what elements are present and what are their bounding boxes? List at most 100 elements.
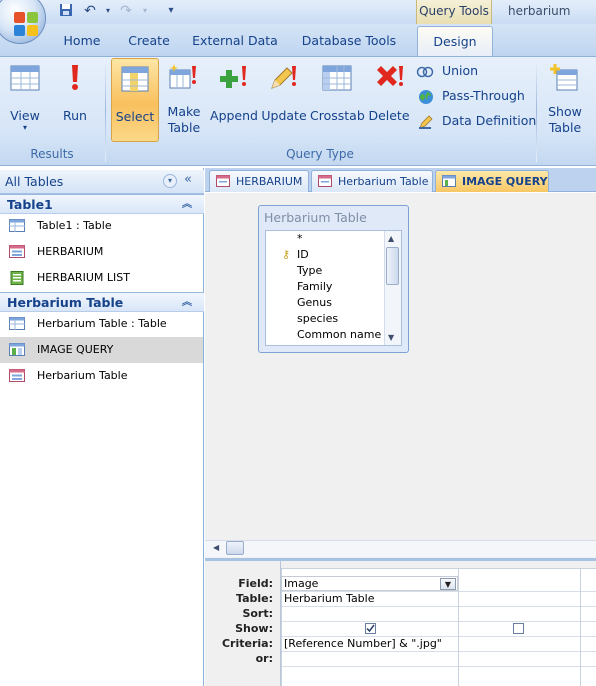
- nav-item-herbarium-table-table[interactable]: Herbarium Table : Table: [0, 311, 203, 337]
- nav-item-table1-table[interactable]: Table1 : Table: [0, 213, 203, 239]
- run-button-label: Run: [63, 108, 87, 123]
- office-logo-icon: [14, 12, 38, 36]
- doc-tab-image-query[interactable]: IMAGE QUERY: [435, 170, 549, 192]
- show-table-button[interactable]: Show Table: [544, 62, 586, 142]
- table-cell-value[interactable]: Herbarium Table: [284, 591, 375, 606]
- nav-section-herbarium-table[interactable]: Herbarium Table ︽: [0, 292, 204, 312]
- grid-column-divider: [458, 569, 459, 686]
- row-label-table: Table:: [235, 592, 273, 605]
- save-icon[interactable]: [58, 3, 74, 19]
- update-button[interactable]: Update: [261, 62, 307, 126]
- view-button-label: View: [10, 108, 40, 123]
- query-tools-context-tab: Query Tools: [416, 0, 492, 24]
- row-label-show: Show:: [235, 622, 273, 635]
- nav-item-herbarium-table-form[interactable]: Herbarium Table: [0, 363, 203, 389]
- criteria-cell-col2[interactable]: [462, 636, 580, 651]
- pass-through-button[interactable]: Pass-Through: [418, 88, 538, 106]
- criteria-cell-value[interactable]: [Reference Number] & ".jpg": [284, 636, 442, 651]
- query-type-group-label: Query Type: [286, 147, 354, 161]
- nav-item-herbarium-list-report[interactable]: HERBARIUM LIST: [0, 265, 203, 291]
- delete-button[interactable]: Delete: [367, 62, 411, 126]
- grid-column-divider: [580, 569, 581, 686]
- scroll-left-arrow-icon[interactable]: ◀: [213, 543, 219, 552]
- field-cell-col2[interactable]: [462, 576, 580, 591]
- window-title: herbarium: [508, 4, 571, 18]
- field-item-species[interactable]: species: [297, 311, 338, 327]
- nav-item-herbarium-form[interactable]: HERBARIUM: [0, 239, 203, 265]
- crosstab-button[interactable]: Crosstab: [310, 62, 365, 126]
- table-icon: [9, 317, 25, 330]
- field-item-common-name-1[interactable]: Common name 1: [297, 327, 392, 343]
- scroll-up-arrow-icon[interactable]: ▲: [388, 234, 394, 243]
- collapse-section-icon[interactable]: ︽: [182, 195, 192, 214]
- design-scroll-thumb[interactable]: [226, 541, 244, 555]
- sort-cell-value[interactable]: [284, 606, 458, 621]
- pass-through-label: Pass-Through: [441, 88, 525, 103]
- data-definition-icon: [419, 114, 433, 129]
- run-button[interactable]: Run: [54, 62, 96, 123]
- form-icon: [9, 369, 25, 382]
- undo-dropdown-icon[interactable]: ▾: [100, 3, 116, 19]
- make-table-button[interactable]: Make Table: [163, 62, 205, 142]
- data-definition-label: Data Definition: [441, 113, 537, 128]
- show-checkbox-col2[interactable]: [513, 623, 524, 634]
- doc-tab-herbarium[interactable]: HERBARIUM: [209, 170, 309, 192]
- nav-menu-dropdown-icon[interactable]: ▾: [163, 174, 177, 188]
- scroll-down-arrow-icon[interactable]: ▼: [388, 333, 394, 342]
- tab-design[interactable]: Design: [417, 26, 493, 56]
- field-list-scroll-thumb[interactable]: [386, 247, 399, 285]
- tab-database-tools[interactable]: Database Tools: [296, 24, 402, 56]
- crosstab-label: Crosstab: [310, 108, 365, 123]
- select-query-button[interactable]: Select: [111, 58, 159, 142]
- field-dropdown-icon[interactable]: ▼: [440, 578, 456, 590]
- update-pencil-icon: [271, 66, 296, 89]
- datasheet-view-icon: [10, 65, 40, 91]
- nav-section-table1[interactable]: Table1 ︽: [0, 194, 204, 214]
- checkmark-icon: [366, 624, 375, 633]
- field-item-id[interactable]: ID: [297, 247, 309, 263]
- nav-header[interactable]: All Tables ▾ «: [0, 170, 204, 194]
- table-icon: [9, 219, 25, 232]
- field-list-title[interactable]: Herbarium Table: [264, 210, 367, 225]
- make-table-label-line2: Table: [167, 120, 201, 135]
- tab-create[interactable]: Create: [122, 24, 176, 56]
- run-exclamation-icon: [72, 65, 78, 90]
- tab-external-data[interactable]: External Data: [188, 24, 282, 56]
- doc-tab-herbarium-table[interactable]: Herbarium Table: [311, 170, 433, 192]
- nav-item-label: HERBARIUM LIST: [37, 271, 130, 284]
- collapse-section-icon[interactable]: ︽: [182, 293, 192, 312]
- nav-section-title: Herbarium Table: [7, 295, 124, 310]
- append-button[interactable]: Append: [210, 62, 258, 126]
- or-cell-value[interactable]: [284, 651, 458, 666]
- customize-qat-icon[interactable]: ▾: [163, 3, 179, 19]
- append-label: Append: [210, 108, 258, 123]
- nav-item-label: Herbarium Table : Table: [37, 317, 167, 330]
- field-item-type[interactable]: Type: [297, 263, 322, 279]
- design-horizontal-scrollbar[interactable]: [205, 540, 596, 557]
- select-query-icon: [121, 66, 149, 92]
- form-icon: [216, 175, 230, 187]
- field-item-genus[interactable]: Genus: [297, 295, 332, 311]
- table-cell-col2[interactable]: [462, 591, 580, 606]
- select-label: Select: [115, 109, 155, 124]
- field-item-family[interactable]: Family: [297, 279, 332, 295]
- redo-dropdown-icon: ▾: [142, 6, 147, 15]
- make-table-icon: [169, 64, 196, 89]
- field-item-all[interactable]: *: [297, 231, 303, 247]
- nav-item-image-query[interactable]: IMAGE QUERY: [0, 337, 203, 363]
- results-group-label: Results: [30, 147, 74, 161]
- nav-header-label: All Tables: [5, 174, 64, 189]
- grid-column-selectors[interactable]: [281, 561, 596, 569]
- tab-home[interactable]: Home: [56, 24, 108, 56]
- view-dropdown-icon: ▾: [22, 123, 27, 132]
- data-definition-button[interactable]: Data Definition: [418, 113, 548, 131]
- row-label-or: or:: [255, 652, 273, 665]
- field-cell-value[interactable]: Image: [284, 576, 318, 591]
- view-button[interactable]: View ▾: [4, 62, 46, 140]
- query-icon: [442, 175, 456, 187]
- show-checkbox-col1[interactable]: [365, 623, 376, 634]
- union-button[interactable]: Union: [416, 63, 534, 81]
- nav-shutter-close-icon[interactable]: «: [184, 172, 192, 187]
- undo-icon[interactable]: ↶: [82, 3, 98, 19]
- nav-item-label: HERBARIUM: [37, 245, 104, 258]
